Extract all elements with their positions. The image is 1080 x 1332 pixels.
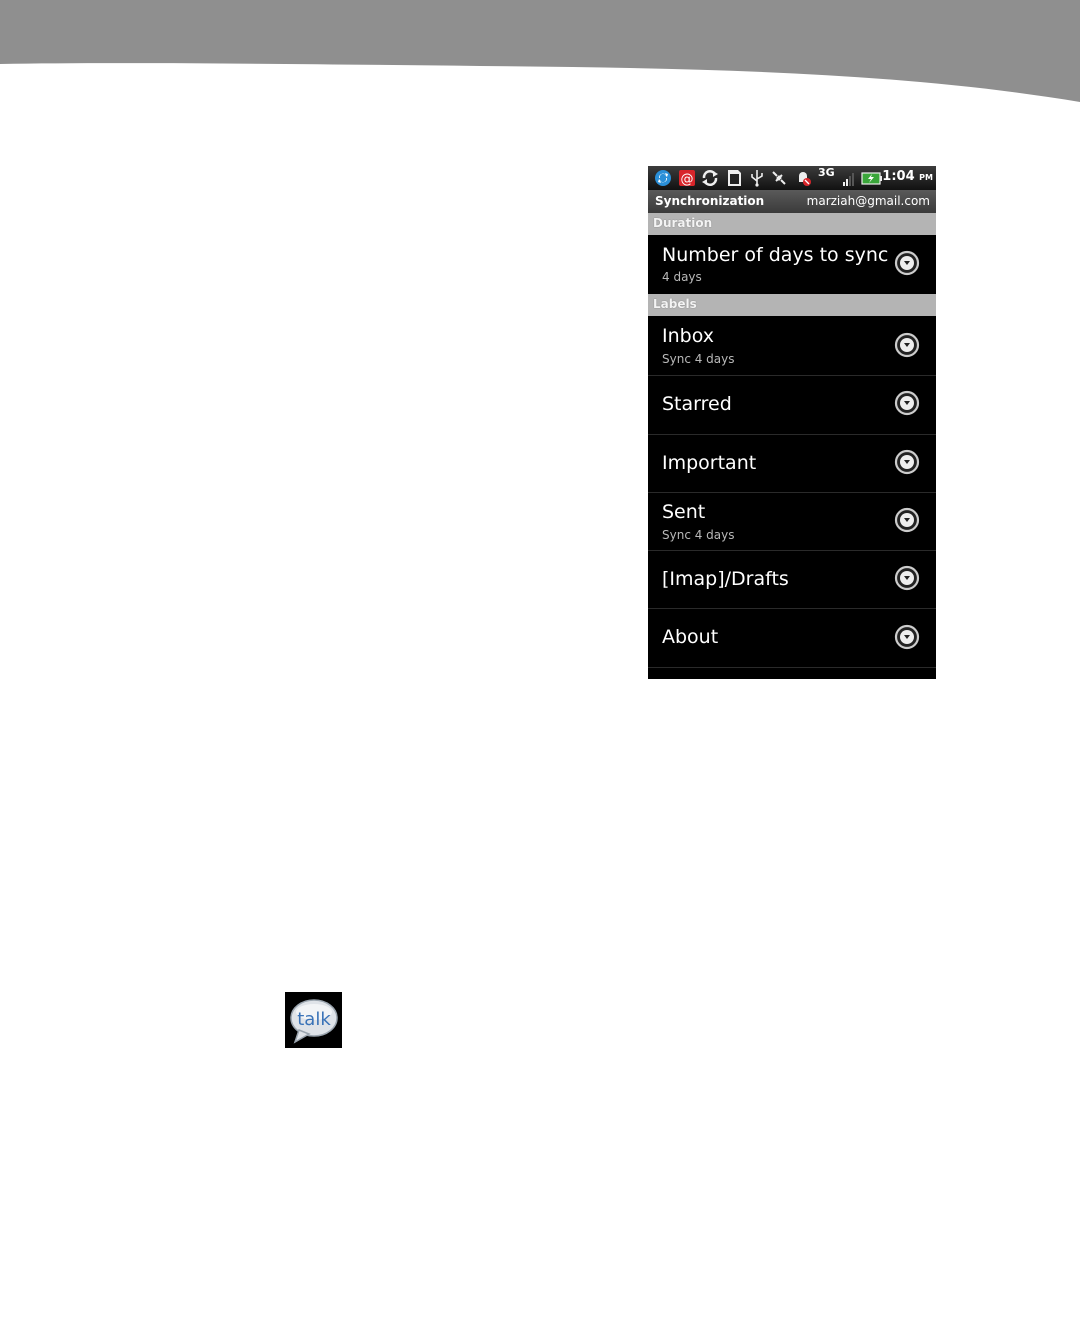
email-icon: @ — [679, 170, 695, 187]
label-name: Starred — [662, 393, 732, 415]
label-row-imap-drafts[interactable]: [Imap]/Drafts — [648, 551, 936, 609]
status-bar: @ 3G 1:04 PM — [648, 166, 936, 190]
dropdown-circle-icon[interactable] — [894, 390, 920, 416]
label-name: Important — [662, 452, 757, 474]
label-row-sent[interactable]: Sent Sync 4 days — [648, 493, 936, 551]
label-row-inbox[interactable]: Inbox Sync 4 days — [648, 316, 936, 376]
phone-screenshot: @ 3G 1:04 PM Synchronization marziah@gma… — [648, 166, 936, 679]
talk-icon-text: talk — [297, 1009, 331, 1030]
network-type-label: 3G — [818, 166, 835, 179]
clock-time: 1:04 — [882, 169, 915, 184]
setting-value: 4 days — [662, 270, 702, 284]
sd-card-icon — [728, 170, 741, 186]
section-header-label: Labels — [653, 297, 697, 311]
row-about[interactable]: About — [648, 609, 936, 668]
label-name: About — [662, 626, 719, 648]
dropdown-circle-icon[interactable] — [894, 332, 920, 358]
sync-icon — [655, 170, 671, 186]
setting-label: Number of days to sync — [662, 244, 889, 266]
dropdown-circle-icon[interactable] — [894, 449, 920, 475]
page-header-wave — [0, 0, 1080, 102]
account-email: marziah@gmail.com — [806, 194, 930, 208]
label-name: Sent — [662, 501, 706, 523]
section-header-labels: Labels — [648, 294, 936, 316]
alarm-muted-icon — [799, 172, 811, 186]
label-name: [Imap]/Drafts — [662, 568, 789, 590]
clock-ampm: PM — [919, 173, 933, 182]
refresh-icon — [702, 170, 718, 186]
screen-title: Synchronization — [655, 194, 765, 208]
label-name: Inbox — [662, 325, 714, 347]
dropdown-circle-icon[interactable] — [894, 250, 920, 276]
svg-text:@: @ — [681, 172, 694, 187]
section-header-label: Duration — [653, 216, 713, 230]
section-header-duration: Duration — [648, 213, 936, 235]
label-sync-status: Sync 4 days — [662, 352, 735, 366]
dropdown-circle-icon[interactable] — [894, 507, 920, 533]
battery-charging-icon — [861, 172, 882, 185]
dropdown-circle-icon[interactable] — [894, 565, 920, 591]
signal-icon — [843, 173, 854, 186]
google-talk-icon: talk — [285, 992, 342, 1048]
dropdown-circle-icon[interactable] — [894, 624, 920, 650]
satellite-icon — [772, 171, 786, 185]
clock: 1:04 PM — [882, 169, 933, 184]
usb-icon — [751, 170, 763, 187]
title-bar: Synchronization marziah@gmail.com — [648, 190, 936, 213]
label-row-important[interactable]: Important — [648, 435, 936, 493]
setting-number-of-days[interactable]: Number of days to sync 4 days — [648, 235, 936, 295]
label-sync-status: Sync 4 days — [662, 528, 735, 542]
label-row-starred[interactable]: Starred — [648, 376, 936, 435]
